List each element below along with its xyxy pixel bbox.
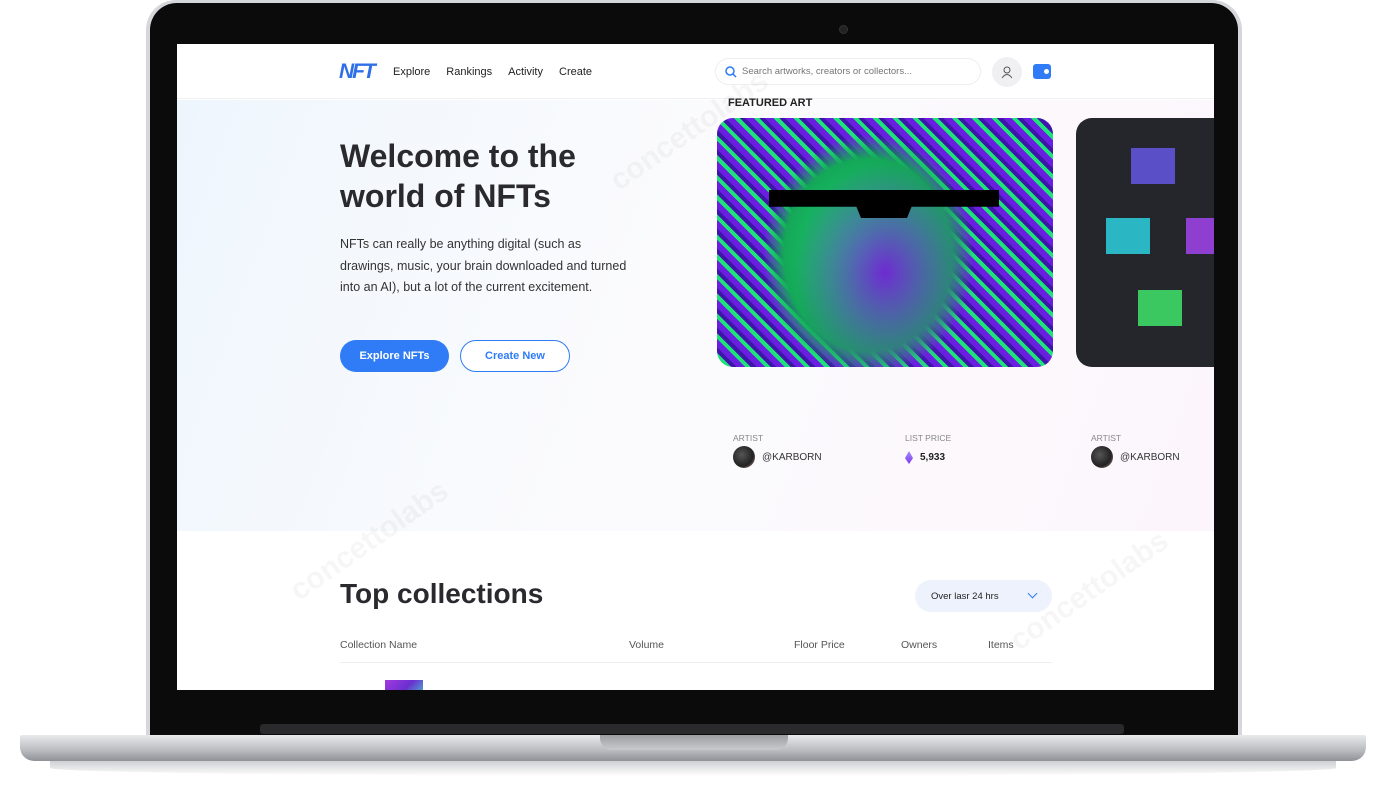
artist-name: @KARBORN (762, 451, 822, 463)
search-icon (725, 65, 737, 78)
avatar (1091, 446, 1113, 468)
nav-create[interactable]: Create (559, 66, 592, 78)
pixel-invader (1186, 218, 1214, 254)
screen: NFT Explore Rankings Activity Create Wel… (177, 44, 1214, 690)
col-floor-price[interactable]: Floor Price (794, 639, 845, 651)
avatar (733, 446, 755, 468)
pixel-glasses (769, 190, 999, 218)
hero-description: NFTs can really be anything digital (suc… (340, 237, 627, 294)
nav-activity[interactable]: Activity (508, 66, 543, 78)
hero-section (177, 100, 1214, 531)
nav-rankings[interactable]: Rankings (446, 66, 492, 78)
nav-explore[interactable]: Explore (393, 66, 430, 78)
list-price-label: LIST PRICE (905, 433, 952, 443)
top-collections-title: Top collections (340, 578, 544, 609)
top-nav: NFT Explore Rankings Activity Create (177, 44, 1214, 99)
pixel-invader (1106, 218, 1150, 254)
explore-nfts-button[interactable]: Explore NFTs (340, 340, 449, 372)
artist-info[interactable]: @KARBORN (1091, 446, 1180, 468)
col-items[interactable]: Items (988, 639, 1014, 651)
pixel-invader (1131, 148, 1175, 184)
artist-info[interactable]: @KARBORN (733, 446, 822, 468)
list-price: 5,933 (905, 451, 945, 464)
col-collection-name[interactable]: Collection Name (340, 639, 417, 651)
featured-artwork-image[interactable] (717, 118, 1053, 367)
price-value: 5,933 (920, 452, 946, 463)
artist-name: @KARBORN (1120, 451, 1180, 463)
laptop-hinge (260, 724, 1124, 734)
webcam (839, 25, 848, 34)
collection-thumbnail[interactable] (385, 680, 423, 690)
pixel-invader (1138, 290, 1182, 326)
col-volume[interactable]: Volume (629, 639, 664, 651)
logo[interactable]: NFT (339, 60, 376, 84)
base-shadow (50, 760, 1336, 776)
period-select[interactable]: Over lasr 24 hrs (915, 580, 1052, 612)
hero-title: Welcome to the world of NFTs (340, 138, 576, 214)
period-value: Over lasr 24 hrs (931, 590, 999, 602)
chevron-down-icon (1027, 588, 1038, 599)
create-new-button[interactable]: Create New (460, 340, 570, 372)
wallet-icon[interactable] (1033, 64, 1051, 79)
featured-artwork-image-2[interactable] (1076, 118, 1214, 367)
user-button[interactable] (992, 57, 1022, 87)
user-icon (1001, 66, 1013, 78)
ethereum-icon (905, 451, 913, 464)
table-divider (340, 662, 1052, 663)
search-input[interactable] (742, 66, 962, 77)
artist-label: ARTIST (733, 433, 764, 443)
col-owners[interactable]: Owners (901, 639, 937, 651)
artist-label: ARTIST (1091, 433, 1122, 443)
laptop-notch (600, 735, 788, 750)
